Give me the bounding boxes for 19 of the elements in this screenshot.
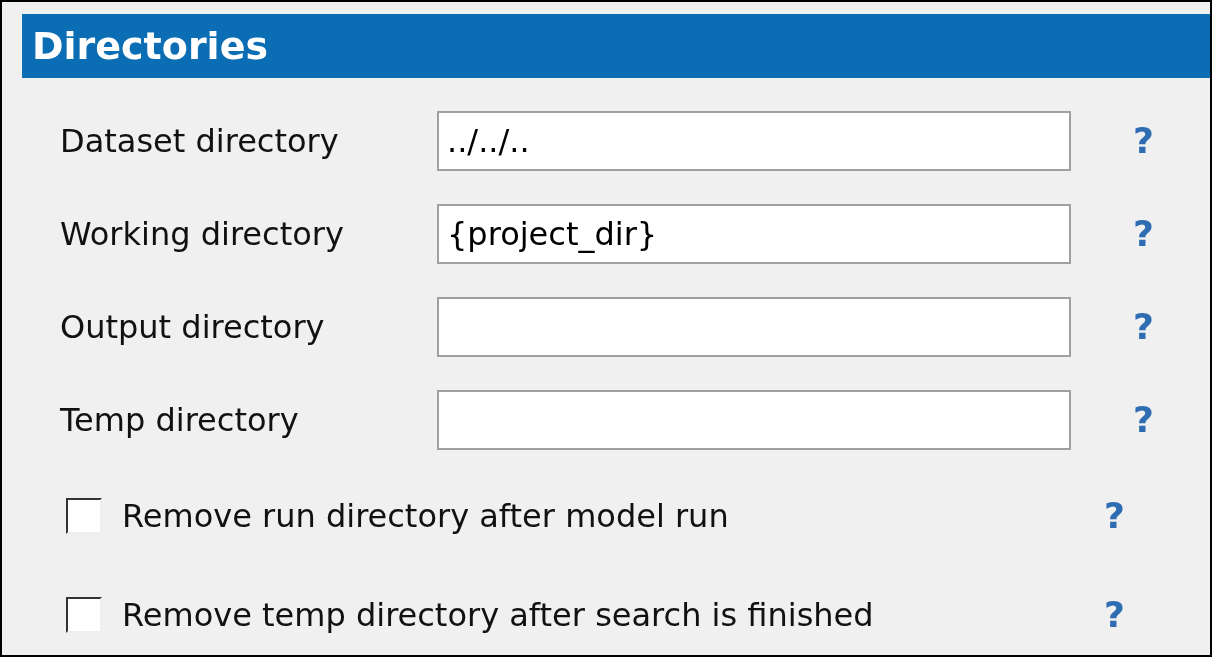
field-label: Dataset directory — [59, 121, 340, 160]
help-link[interactable]: ? — [1133, 213, 1154, 254]
help-link[interactable]: ? — [1104, 495, 1125, 536]
input-field[interactable] — [437, 296, 1071, 357]
checkbox-label: Remove run directory after model run — [121, 496, 730, 535]
help-link[interactable]: ? — [1133, 306, 1154, 347]
checkbox[interactable] — [66, 497, 102, 534]
help-link[interactable]: ? — [1133, 120, 1154, 161]
input-field[interactable]: {project_dir} — [437, 203, 1071, 264]
section-header: Directories — [22, 14, 1210, 78]
input-field[interactable]: ../../.. — [437, 110, 1071, 171]
input-field[interactable] — [437, 389, 1071, 450]
checkbox[interactable] — [66, 596, 102, 633]
field-label: Output directory — [59, 307, 326, 346]
checkbox-label: Remove temp directory after search is finished — [121, 595, 875, 634]
field-label: Temp directory — [59, 400, 300, 439]
help-link[interactable]: ? — [1133, 399, 1154, 440]
field-label: Working directory — [59, 214, 345, 253]
help-link[interactable]: ? — [1104, 594, 1125, 635]
